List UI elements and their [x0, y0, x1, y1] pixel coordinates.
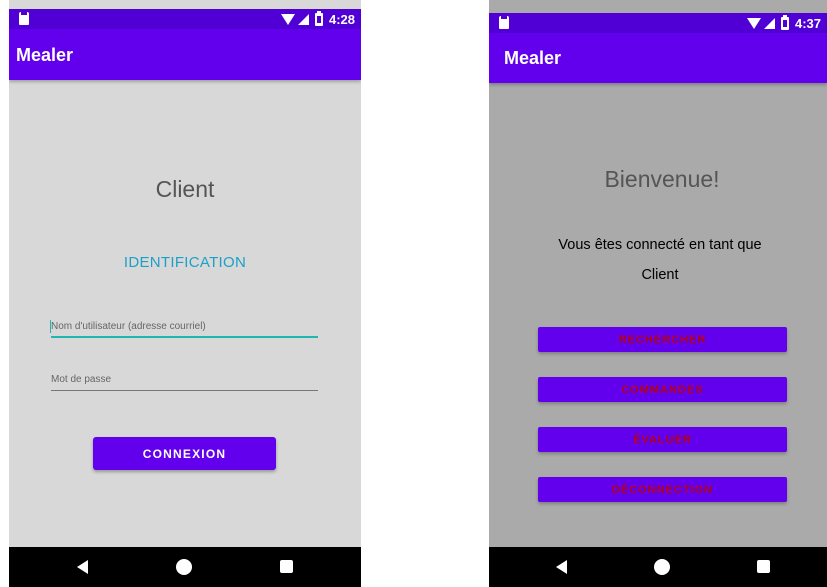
username-field[interactable] — [51, 316, 318, 338]
signal-icon — [763, 17, 775, 29]
logout-button[interactable]: DÉCONNECTION — [538, 477, 787, 502]
recent-apps-icon[interactable] — [757, 560, 770, 573]
orders-button[interactable]: COMMANDES — [538, 377, 787, 402]
connexion-button[interactable]: CONNEXION — [93, 437, 276, 470]
home-icon[interactable] — [654, 559, 670, 575]
battery-icon — [780, 14, 789, 30]
connected-message: Vous êtes connecté en tant que Client — [529, 230, 791, 290]
user-role: Client — [641, 267, 679, 283]
page-title: Client — [155, 176, 215, 202]
back-icon[interactable] — [556, 560, 567, 574]
home-screen: 4:37 Mealer Bienvenue! Vous êtes connect… — [489, 0, 827, 587]
wifi-icon — [746, 17, 761, 29]
text-cursor — [50, 320, 51, 333]
recent-apps-icon[interactable] — [280, 560, 293, 573]
app-bar: Mealer — [489, 33, 827, 83]
back-icon[interactable] — [77, 560, 88, 574]
sd-card-icon — [499, 16, 509, 29]
navigation-bar — [9, 547, 361, 587]
home-icon[interactable] — [176, 559, 192, 575]
status-icons: 4:28 — [280, 10, 355, 27]
app-title: Mealer — [504, 48, 562, 68]
login-screen: 4:28 Mealer Client IDENTIFICATION CONNEX… — [9, 0, 361, 587]
connected-message-line: Vous êtes connecté en tant que — [558, 237, 762, 253]
status-bar: 4:37 — [489, 13, 827, 33]
signal-icon — [297, 13, 309, 25]
identification-label: IDENTIFICATION — [123, 254, 247, 271]
welcome-title: Bienvenue! — [604, 166, 720, 192]
password-field[interactable] — [51, 369, 318, 391]
sd-card-icon — [19, 12, 29, 25]
app-title: Mealer — [16, 45, 74, 65]
status-bar: 4:28 — [9, 9, 361, 29]
battery-icon — [314, 10, 323, 26]
status-time: 4:28 — [328, 11, 355, 27]
navigation-bar — [489, 547, 827, 587]
rate-button[interactable]: ÉVALUER — [538, 427, 787, 452]
app-bar: Mealer — [9, 29, 361, 80]
search-button[interactable]: RECHERCHER — [538, 327, 787, 352]
status-icons: 4:37 — [746, 14, 821, 31]
status-time: 4:37 — [794, 15, 821, 31]
wifi-icon — [280, 13, 295, 25]
